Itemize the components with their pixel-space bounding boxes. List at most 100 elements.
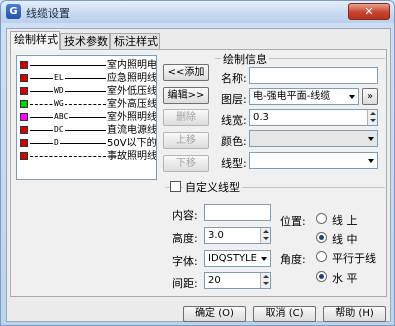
chevron-down-icon — [349, 95, 355, 99]
list-item[interactable]: D 50V以下的电 — [17, 137, 157, 150]
line-sample — [30, 78, 106, 79]
layer-more-button[interactable]: » — [362, 88, 378, 105]
chevron-down-icon — [368, 159, 374, 163]
list-item[interactable]: 室内照明电力 — [17, 59, 157, 72]
custom-linetype-checkbox[interactable] — [170, 181, 181, 192]
tab-tech-params[interactable]: 技术参数 — [60, 33, 110, 49]
title-bar[interactable]: G 线缆设置 ✕ — [1, 1, 394, 23]
move-up-button[interactable]: 上移 — [163, 132, 209, 149]
cancel-button[interactable]: 取消 (C) — [253, 306, 316, 322]
list-item-name: 50V以下的电 — [107, 138, 157, 149]
delete-button[interactable]: 删除 — [163, 109, 209, 126]
ok-button[interactable]: 确定 (O) — [183, 306, 246, 322]
height-stepper[interactable]: 3.0 — [204, 227, 271, 244]
color-swatch — [20, 87, 28, 95]
list-item[interactable]: ABC 室外照明线 — [17, 111, 157, 124]
color-swatch — [20, 61, 28, 69]
list-item-name: 室外照明线 — [107, 112, 157, 123]
line-sample — [30, 130, 106, 131]
position-middle-label: 线 中 — [332, 233, 358, 246]
font-select-value: IDQSTYLE — [208, 253, 257, 264]
list-item-name: 事故照明线 — [107, 151, 157, 162]
chevron-down-icon — [368, 137, 374, 141]
line-tag: ABC — [53, 111, 70, 123]
line-width-value: 0.3 — [253, 112, 269, 123]
edit-button[interactable]: 编辑>> — [163, 87, 209, 104]
tab-draw-style[interactable]: 绘制样式 — [10, 31, 60, 50]
dialog-window: G 线缆设置 ✕ 绘制样式 技术参数 标注样式 室内照明电力 EL 应急 — [0, 0, 395, 326]
chevron-down-icon — [261, 257, 267, 261]
content-label: 内容: — [172, 209, 198, 222]
color-swatch — [20, 139, 28, 147]
list-item-name: 室外高压线 — [107, 99, 157, 110]
list-item[interactable]: WG 室外高压线 — [17, 98, 157, 111]
draw-info-title: 绘制信息 — [221, 51, 269, 67]
name-input[interactable] — [249, 67, 378, 84]
list-item[interactable]: EL 应急照明线 — [17, 72, 157, 85]
angle-horizontal-radio[interactable] — [316, 271, 327, 282]
app-logo-icon: G — [6, 4, 21, 19]
move-down-button[interactable]: 下移 — [163, 155, 209, 172]
font-select[interactable]: IDQSTYLE — [204, 250, 271, 267]
line-style-list[interactable]: 室内照明电力 EL 应急照明线 WD 室外低压线 WG — [16, 55, 157, 180]
list-item[interactable]: DC 直流电源线 — [17, 124, 157, 137]
name-label: 名称: — [221, 72, 247, 85]
content-input[interactable] — [204, 204, 271, 221]
spinner-icon[interactable] — [260, 228, 270, 243]
spinner-icon[interactable] — [260, 273, 270, 288]
spacing-stepper[interactable]: 20 — [204, 272, 271, 289]
color-swatch — [20, 100, 28, 108]
color-swatch — [20, 152, 28, 160]
layer-label: 图层: — [221, 93, 247, 106]
line-sample — [30, 156, 106, 157]
position-above-radio[interactable] — [316, 213, 327, 224]
height-value: 3.0 — [208, 230, 224, 241]
line-sample — [30, 104, 106, 105]
list-item[interactable]: WD 室外低压线 — [17, 85, 157, 98]
list-item-name: 室外低压线 — [107, 86, 157, 97]
list-item-name: 室内照明电力 — [107, 60, 157, 71]
line-sample — [30, 143, 106, 144]
line-tag: D — [53, 137, 60, 149]
layer-select-value: 电-强电平面-线缆 — [253, 91, 331, 102]
close-button[interactable]: ✕ — [348, 3, 390, 20]
linetype-select[interactable] — [249, 152, 378, 169]
line-tag: EL — [53, 72, 65, 84]
window-title: 线缆设置 — [26, 7, 70, 20]
color-swatch — [20, 113, 28, 121]
position-label: 位置: — [280, 215, 306, 228]
custom-linetype-label: 自定义线型 — [183, 179, 242, 195]
angle-horizontal-label: 水 平 — [332, 272, 358, 285]
help-button[interactable]: 帮助 (H) — [323, 306, 386, 322]
spinner-icon[interactable] — [367, 110, 377, 125]
line-tag: DC — [53, 124, 65, 136]
tab-label-style[interactable]: 标注样式 — [110, 33, 160, 49]
angle-label: 角度: — [280, 253, 306, 266]
linetype-label: 线型: — [221, 157, 247, 170]
position-above-label: 线 上 — [332, 214, 358, 227]
line-width-stepper[interactable]: 0.3 — [249, 109, 378, 126]
angle-parallel-radio[interactable] — [316, 251, 327, 262]
color-swatch — [20, 126, 28, 134]
position-middle-radio[interactable] — [316, 232, 327, 243]
line-sample — [30, 91, 106, 92]
color-swatch — [20, 74, 28, 82]
line-tag: WD — [53, 85, 65, 97]
spacing-label: 间距: — [172, 277, 198, 290]
angle-parallel-label: 平行于线 — [332, 252, 376, 265]
dialog-body: 绘制样式 技术参数 标注样式 室内照明电力 EL 应急照明线 — [6, 28, 391, 322]
spacing-value: 20 — [208, 275, 221, 286]
color-select[interactable] — [249, 130, 378, 147]
font-label: 字体: — [172, 255, 198, 268]
list-item-name: 直流电源线 — [107, 125, 157, 136]
tab-panel-draw-style: 室内照明电力 EL 应急照明线 WD 室外低压线 WG — [10, 49, 387, 297]
list-item[interactable]: 事故照明线 — [17, 150, 157, 163]
line-tag: WG — [53, 98, 65, 110]
line-sample — [30, 65, 106, 66]
height-label: 高度: — [172, 232, 198, 245]
layer-select[interactable]: 电-强电平面-线缆 — [249, 88, 359, 105]
line-width-label: 线宽: — [221, 114, 247, 127]
color-label: 颜色: — [221, 135, 247, 148]
list-item-name: 应急照明线 — [107, 73, 157, 84]
add-button[interactable]: <<添加 — [163, 64, 209, 81]
